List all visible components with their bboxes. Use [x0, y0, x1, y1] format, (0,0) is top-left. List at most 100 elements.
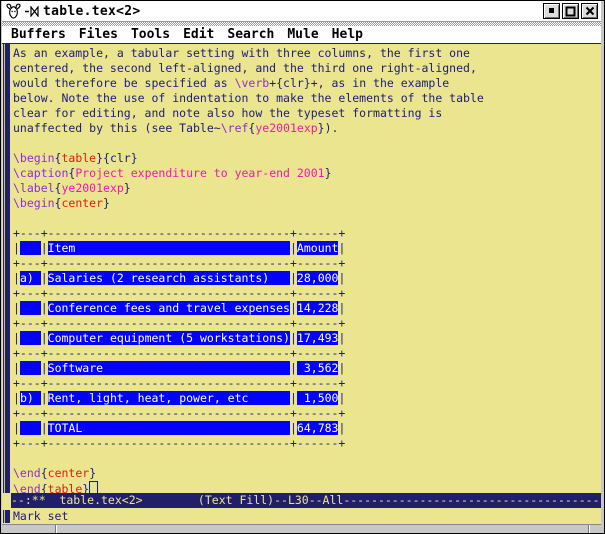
buffer-text-span: |	[290, 271, 297, 285]
buffer-text-span: ye2001exp	[61, 181, 123, 195]
buffer-text-span: +---+-----------------------------------…	[13, 226, 345, 240]
buffer-text-span: center	[61, 196, 103, 210]
table-cell-highlight: 64,783	[297, 421, 339, 435]
buffer-text-span: Project expenditure to year-end 2001	[75, 166, 324, 180]
scrollbar-thumb[interactable]	[3, 44, 10, 493]
buffer-text-span: +---+-----------------------------------…	[13, 436, 345, 450]
buffer-text-span: |	[290, 361, 297, 375]
buffer-line: \begin{table}{clr}	[13, 151, 601, 166]
buffer-text-span: |	[338, 271, 345, 285]
buffer-text-span: |	[41, 271, 48, 285]
table-cell-highlight: 17,493	[297, 331, 339, 345]
buffer-text-span: \begin	[13, 196, 55, 210]
buffer-text-span: |	[338, 301, 345, 315]
buffer-line: +---+-----------------------------------…	[13, 436, 601, 451]
maximize-icon	[565, 6, 576, 17]
table-cell-highlight: Conference fees and travel expenses	[48, 301, 290, 315]
mode-line[interactable]: --:** table.tex<2> (Text Fill)--L30--All…	[11, 493, 601, 508]
buffer-line: below. Note the use of indentation to ma…	[13, 91, 601, 106]
maximize-button[interactable]	[562, 3, 579, 19]
buffer-text-span: |	[41, 361, 48, 375]
buffer-text-span: }	[103, 196, 110, 210]
buffer-text-span: |	[41, 301, 48, 315]
left-scrollbar[interactable]	[2, 44, 11, 493]
buffer-text-span: below. Note the use of indentation to ma…	[13, 91, 484, 105]
buffer-text-span: |	[41, 421, 48, 435]
close-button[interactable]	[581, 3, 598, 19]
buffer-text-span: As an example, a tabular setting with th…	[13, 46, 470, 60]
buffer-line: +---+-----------------------------------…	[13, 346, 601, 361]
menu-bar: Buffers Files Tools Edit Search Mule Help	[2, 26, 601, 44]
table-cell-highlight	[20, 421, 41, 435]
window-frame: table.tex<2> Buffers Files Tools Edit Search…	[1, 1, 604, 533]
buffer-text-span: \begin	[13, 151, 55, 165]
minibuffer-message: Mark set	[13, 508, 68, 524]
bottom-frame-border	[2, 524, 601, 533]
buffer-text-span: table	[48, 482, 83, 493]
buffer-text-span: |	[290, 421, 297, 435]
buffer-line: \caption{Project expenditure to year-end…	[13, 166, 601, 181]
table-cell-highlight: 3,562	[297, 361, 339, 375]
buffer-line	[13, 136, 601, 151]
buffer-line: +---+-----------------------------------…	[13, 316, 601, 331]
buffer-line: clear for editing, and note also how the…	[13, 106, 601, 121]
buffer-text-span: }	[82, 482, 89, 493]
buffer-line: would therefore be specified as \verb+{c…	[13, 76, 601, 91]
buffer-text-span: clear for editing, and note also how the…	[13, 106, 442, 120]
menu-item-buffers[interactable]: Buffers	[11, 26, 66, 43]
buffer-text-span: |	[13, 361, 20, 375]
menu-item-edit[interactable]: Edit	[183, 26, 214, 43]
buffer-text-span: |	[13, 301, 20, 315]
minibuffer[interactable]: Mark set	[2, 508, 601, 524]
menu-item-help[interactable]: Help	[332, 26, 363, 43]
buffer-text-span: |	[13, 391, 20, 405]
table-cell-highlight: Salaries (2 research assistants)	[48, 271, 290, 285]
buffer-line: \label{ye2001exp}	[13, 181, 601, 196]
buffer-text-span: |	[290, 391, 297, 405]
minibuffer-scrollbar-thumb	[3, 510, 10, 523]
buffer-text-span: |	[41, 241, 48, 255]
minimize-icon	[548, 7, 556, 15]
buffer-text-span: |	[13, 421, 20, 435]
buffer-text-span: |	[338, 361, 345, 375]
buffer-text-span: \end	[13, 466, 41, 480]
table-cell-highlight: Software	[48, 361, 290, 375]
menu-item-search[interactable]: Search	[227, 26, 274, 43]
table-cell-highlight: a)	[20, 271, 41, 285]
table-cell-highlight: Rent, light, heat, power, etc	[48, 391, 290, 405]
buffer-line: +---+-----------------------------------…	[13, 226, 601, 241]
table-cell-highlight	[20, 331, 41, 345]
buffer-line	[13, 211, 601, 226]
table-cell-highlight: 1,500	[297, 391, 339, 405]
buffer-text-span: unaffected by this (see Table~	[13, 121, 221, 135]
table-cell-highlight: 14,228	[297, 301, 339, 315]
menu-item-mule[interactable]: Mule	[287, 26, 318, 43]
table-cell-highlight: 28,000	[297, 271, 339, 285]
modeline-gutter	[2, 493, 11, 508]
buffer-text-span: |	[290, 331, 297, 345]
text-cursor	[89, 481, 98, 493]
buffer-line: As an example, a tabular setting with th…	[13, 46, 601, 61]
table-cell-highlight: Amount	[297, 241, 339, 255]
close-icon	[585, 6, 595, 16]
minimize-button[interactable]	[543, 3, 560, 19]
buffer-text-span: |	[13, 331, 20, 345]
menu-item-files[interactable]: Files	[79, 26, 118, 43]
buffer-text-span: \label	[13, 181, 55, 195]
buffer-line: unaffected by this (see Table~\ref{ye200…	[13, 121, 601, 136]
buffer-text-span: \caption	[13, 166, 68, 180]
table-cell-highlight	[20, 361, 41, 375]
title-bar[interactable]: table.tex<2>	[2, 1, 601, 22]
buffer-text-span: +---+-----------------------------------…	[13, 376, 345, 390]
buffer-line: +---+-----------------------------------…	[13, 406, 601, 421]
buffer-line: \end{center}	[13, 466, 601, 481]
buffer-window: As an example, a tabular setting with th…	[2, 44, 601, 493]
buffer-text-span: |	[338, 391, 345, 405]
buffer-text-span: |	[13, 271, 20, 285]
buffer-text[interactable]: As an example, a tabular setting with th…	[11, 44, 601, 493]
window-controls	[543, 3, 598, 19]
menu-item-tools[interactable]: Tools	[131, 26, 170, 43]
buffer-line: |a) |Salaries (2 research assistants) |2…	[13, 271, 601, 286]
buffer-text-span: |	[41, 331, 48, 345]
buffer-text-span: }	[124, 181, 131, 195]
